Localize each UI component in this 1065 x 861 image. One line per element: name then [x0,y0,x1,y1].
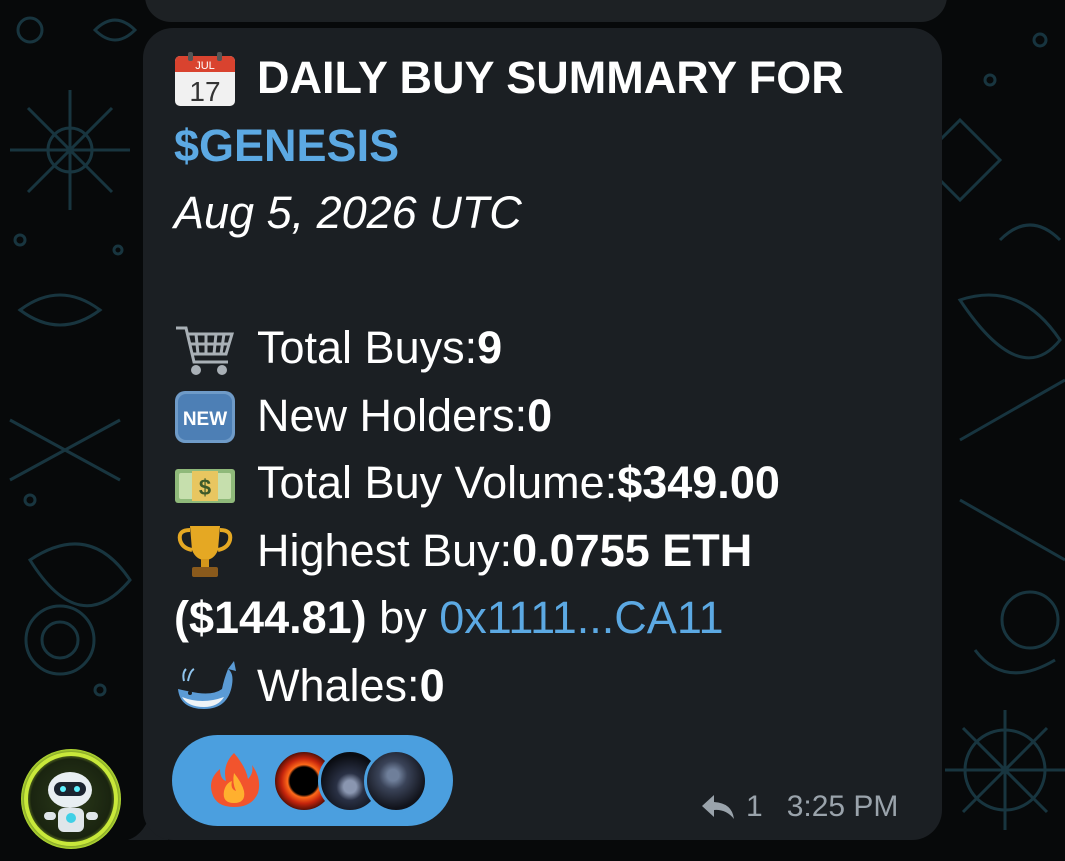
message-meta: 1 3:25 PM [700,787,898,827]
reply-arrow-icon[interactable] [700,793,736,821]
trophy-icon [174,524,236,578]
svg-text:JUL: JUL [195,60,215,72]
new-badge-icon: NEW [174,389,236,444]
highest-buy-usd: ($144.81) [174,592,367,643]
date-row: Aug 5, 2026 UTC [174,179,924,247]
fire-reaction[interactable] [206,751,262,809]
stat-new-holders: NEW New Holders: 0 [174,382,924,450]
buy-volume-value: $349.00 [617,457,780,508]
previous-message-bubble [145,0,947,22]
total-buys-value: 9 [477,322,503,373]
svg-text:NEW: NEW [183,409,227,430]
whales-label: Whales: [257,659,420,711]
total-buys-label: Total Buys: [257,322,478,373]
whales-value: 0 [419,659,445,711]
summary-title: DAILY BUY SUMMARY FOR [257,52,844,103]
calendar-icon: JUL 17 [174,51,236,107]
highest-buy-value: 0.0755 ETH [512,524,753,576]
stat-total-buys: Total Buys: 9 [174,314,924,382]
stat-highest-buy: Highest Buy: 0.0755 ETH [174,517,924,585]
highest-buy-detail: ($144.81) by 0x1111...CA11 [174,584,924,652]
ticker-hashtag[interactable]: $GENESIS [174,112,399,180]
ticker-row: $GENESIS [174,112,924,180]
reply-count[interactable]: 1 [746,790,763,824]
buy-volume-label: Total Buy Volume: [257,457,618,508]
by-text: by [366,592,440,643]
title-row: JUL 17 DAILY BUY SUMMARY FOR [174,44,924,112]
buyer-address-link[interactable]: 0x1111...CA11 [439,584,723,652]
reaction-pill[interactable] [172,735,453,826]
new-holders-label: New Holders: [257,389,528,441]
reactor-avatar-hooded[interactable] [364,749,428,813]
shopping-cart-icon [174,322,236,375]
summary-date: Aug 5, 2026 UTC [174,187,522,238]
whale-icon [174,659,236,711]
svg-text:$: $ [199,475,211,500]
sender-avatar[interactable] [20,748,122,850]
message-text: JUL 17 DAILY BUY SUMMARY FOR $GENESIS Au… [174,44,924,719]
svg-text:17: 17 [189,76,220,107]
message-time: 3:25 PM [786,790,899,823]
money-icon: $ [174,457,236,509]
stat-buy-volume: $ Total Buy Volume: $349.00 [174,449,924,517]
highest-buy-label: Highest Buy: [257,524,513,576]
new-holders-value: 0 [527,389,553,441]
stat-whales: Whales: 0 [174,652,924,720]
